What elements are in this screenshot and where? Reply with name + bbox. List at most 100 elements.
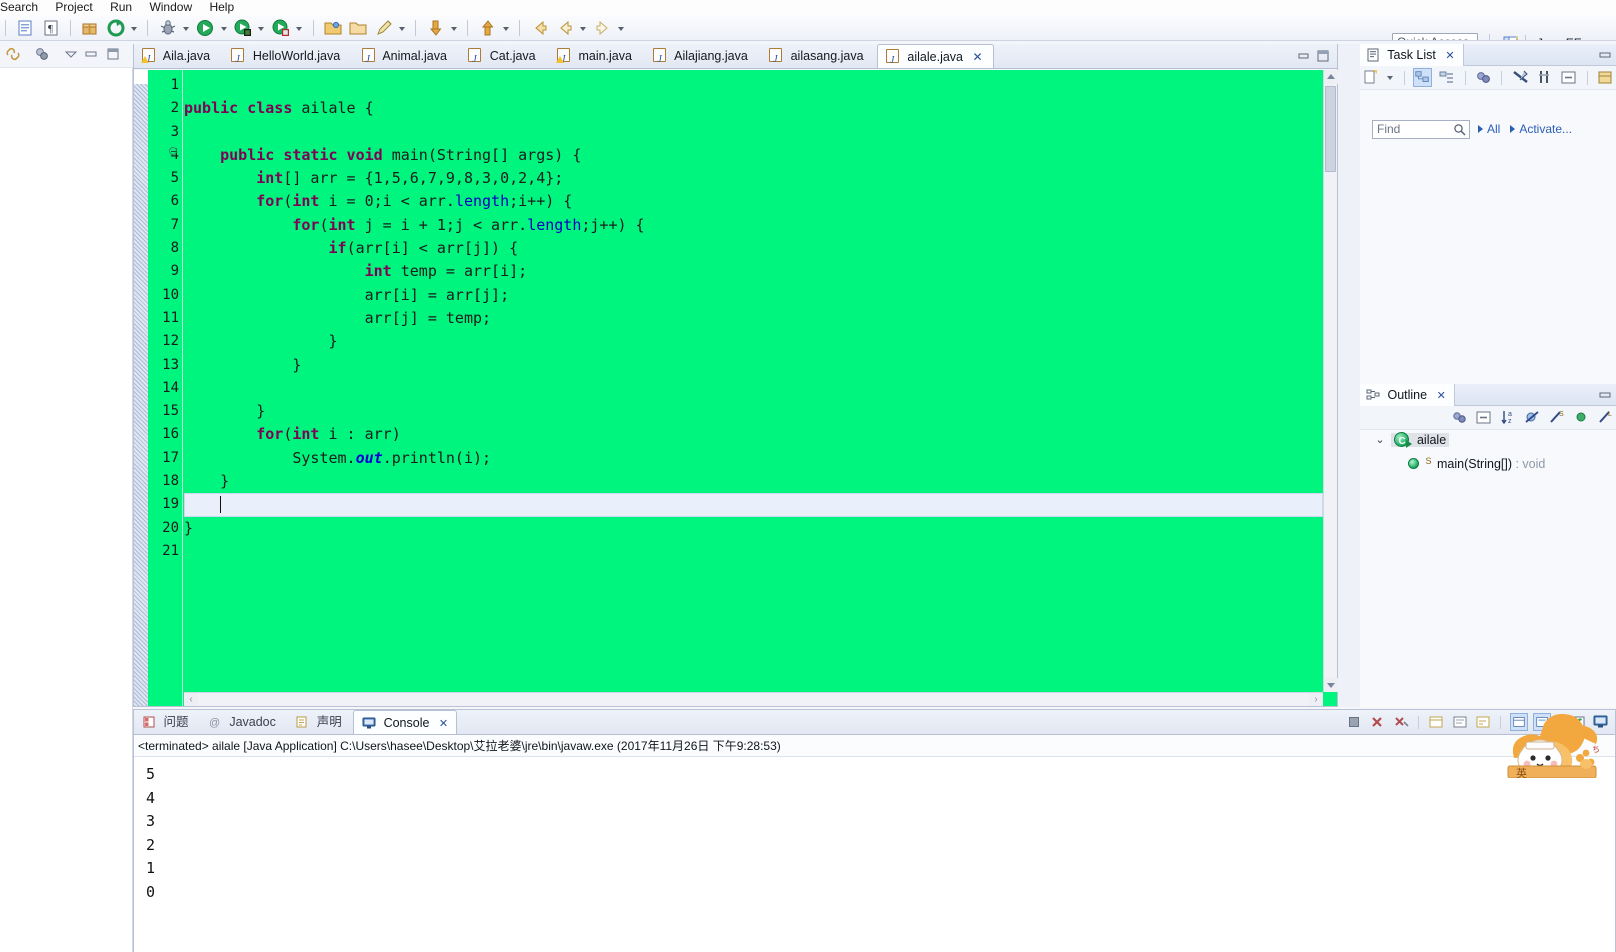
hide-local-icon[interactable]: L <box>1596 408 1615 427</box>
remove-all-icons[interactable] <box>1392 713 1410 731</box>
view-menu-icon[interactable] <box>1596 68 1615 87</box>
editor-tab-ailale[interactable]: ailale.java ✕ <box>876 44 994 68</box>
menu-arrow-icon[interactable] <box>1385 68 1395 87</box>
outline-method-main[interactable]: S main(String[]) : void <box>1360 451 1616 472</box>
task-list-tab[interactable]: Task List ✕ <box>1360 44 1464 66</box>
outline-tree[interactable]: ⌄ ailale S main(String[]) : void <box>1360 430 1616 707</box>
editor-tab-ailasang[interactable]: ailasang.java <box>761 44 873 68</box>
debug-icon[interactable] <box>158 18 178 38</box>
scroll-left-icon[interactable]: ‹ <box>184 693 198 706</box>
console-tab-problems[interactable]: 问题 <box>134 710 197 734</box>
console-output[interactable]: 5 4 3 2 1 0 <box>134 756 1615 952</box>
scroll-up-icon[interactable] <box>1324 70 1338 84</box>
outline-tab[interactable]: Outline ✕ <box>1360 384 1455 406</box>
hide-fields-icon[interactable] <box>1523 408 1542 427</box>
chevron-down-icon[interactable] <box>579 15 588 40</box>
chevron-down-icon[interactable] <box>617 15 626 40</box>
perspective-label[interactable]: <Java EE> <box>1530 34 1616 40</box>
menu-search[interactable]: Search <box>0 0 52 15</box>
scroll-lock-icon[interactable] <box>1451 713 1469 731</box>
collapse-all-icon[interactable] <box>1474 408 1493 427</box>
collapse-all-icon[interactable] <box>1559 68 1578 87</box>
chevron-down-icon[interactable] <box>257 15 266 40</box>
annotation-ruler[interactable] <box>134 70 148 706</box>
chevron-down-icon[interactable] <box>182 15 191 40</box>
ime-mascot-overlay[interactable]: 英 ち <box>1496 700 1616 780</box>
upload-icon[interactable] <box>478 18 498 38</box>
close-icon[interactable]: ✕ <box>1445 50 1454 62</box>
expander-icon[interactable]: ⌄ <box>1372 430 1388 451</box>
word-wrap-icon[interactable] <box>1474 713 1492 731</box>
scroll-down-icon[interactable] <box>1324 678 1338 692</box>
chevron-down-icon[interactable] <box>502 15 511 40</box>
new-task-icon[interactable] <box>1361 68 1380 87</box>
forward-prev-icon[interactable] <box>555 18 575 38</box>
quick-access-input[interactable]: Quick Access <box>1392 33 1478 40</box>
editor-tab-helloworld[interactable]: HelloWorld.java <box>223 44 350 68</box>
task-filter-all[interactable]: All <box>1487 122 1500 136</box>
search-icon[interactable] <box>1453 123 1466 136</box>
editor-minimize-icon[interactable] <box>1297 49 1311 63</box>
chevron-down-icon[interactable] <box>450 15 459 40</box>
editor-horizontal-scrollbar[interactable]: ‹ › <box>184 692 1323 706</box>
console-tab-declaration[interactable]: 声明 <box>287 710 350 734</box>
run-icon[interactable] <box>195 18 215 38</box>
scrollbar-thumb[interactable] <box>1325 86 1336 172</box>
focus-on-active-task-icon[interactable] <box>33 45 51 63</box>
scheduled-icon[interactable] <box>1437 68 1456 87</box>
task-filter-activate[interactable]: Activate... <box>1519 122 1572 136</box>
outline-class-ailale[interactable]: ⌄ ailale <box>1360 430 1616 452</box>
task-find-input[interactable]: Find <box>1372 120 1470 139</box>
clear-console-icon[interactable] <box>1427 713 1445 731</box>
chevron-down-icon[interactable] <box>398 15 407 40</box>
sort-icon[interactable]: az <box>1499 408 1518 427</box>
editor-tab-cat[interactable]: Cat.java <box>460 44 545 68</box>
back-icon[interactable] <box>530 18 550 38</box>
categorized-icon[interactable] <box>1413 68 1433 87</box>
chevron-down-icon[interactable] <box>130 15 139 40</box>
synchronize-icon[interactable] <box>1474 68 1493 87</box>
outline-minimize-icon[interactable] <box>1599 389 1612 401</box>
task-list-minimize-icon[interactable] <box>1599 49 1612 61</box>
menu-help[interactable]: Help <box>209 0 248 15</box>
menu-window[interactable]: Window <box>149 0 206 15</box>
editor-vertical-scrollbar[interactable] <box>1323 70 1338 692</box>
chevron-down-icon[interactable] <box>220 15 229 40</box>
editor-tab-animal[interactable]: Animal.java <box>354 44 457 68</box>
chevron-down-icon[interactable] <box>295 15 304 40</box>
focus-icon[interactable] <box>1535 68 1554 87</box>
editor-tab-main[interactable]: main.java <box>549 44 642 68</box>
coverage-icon[interactable] <box>271 18 291 38</box>
new-package-icon[interactable] <box>80 18 100 38</box>
editor-maximize-icon[interactable] <box>1316 49 1330 63</box>
focus-icon[interactable] <box>1450 408 1469 427</box>
open-folder-icon[interactable] <box>323 18 343 38</box>
run-last-icon[interactable] <box>233 18 253 38</box>
menu-run[interactable]: Run <box>110 0 146 15</box>
close-icon[interactable]: ✕ <box>1437 390 1446 402</box>
editor-tab-aila[interactable]: Aila.java <box>134 44 220 68</box>
remove-launch-icon[interactable] <box>1368 713 1386 731</box>
folding-column[interactable] <box>169 70 182 706</box>
link-with-editor-icon[interactable] <box>4 45 22 63</box>
editor-tab-ailajiang[interactable]: Ailajiang.java <box>645 44 757 68</box>
new-wizard-icon[interactable] <box>15 18 35 38</box>
filter-icon[interactable] <box>1511 68 1530 87</box>
refresh-icon[interactable] <box>106 18 126 38</box>
maximize-icon[interactable] <box>104 45 122 63</box>
terminate-icon[interactable] <box>1345 713 1363 731</box>
forward-icon[interactable] <box>593 18 613 38</box>
console-tab-javadoc[interactable]: @ Javadoc <box>200 710 284 734</box>
fold-collapse-icon[interactable] <box>169 147 177 155</box>
open-perspective-icon[interactable] <box>1502 34 1522 40</box>
close-icon[interactable]: ✕ <box>972 45 982 68</box>
paragraph-icon[interactable]: ¶ <box>41 18 61 38</box>
close-icon[interactable]: ✕ <box>439 718 448 730</box>
open-type-icon[interactable] <box>348 18 368 38</box>
download-icon[interactable] <box>426 18 446 38</box>
hide-nonpublic-icon[interactable] <box>1572 408 1591 427</box>
marker-icon[interactable] <box>374 18 394 38</box>
code-text[interactable]: public class ailale { public static void… <box>184 70 1323 692</box>
console-tab-console[interactable]: Console ✕ <box>353 710 458 734</box>
scroll-right-icon[interactable]: › <box>1309 693 1323 706</box>
